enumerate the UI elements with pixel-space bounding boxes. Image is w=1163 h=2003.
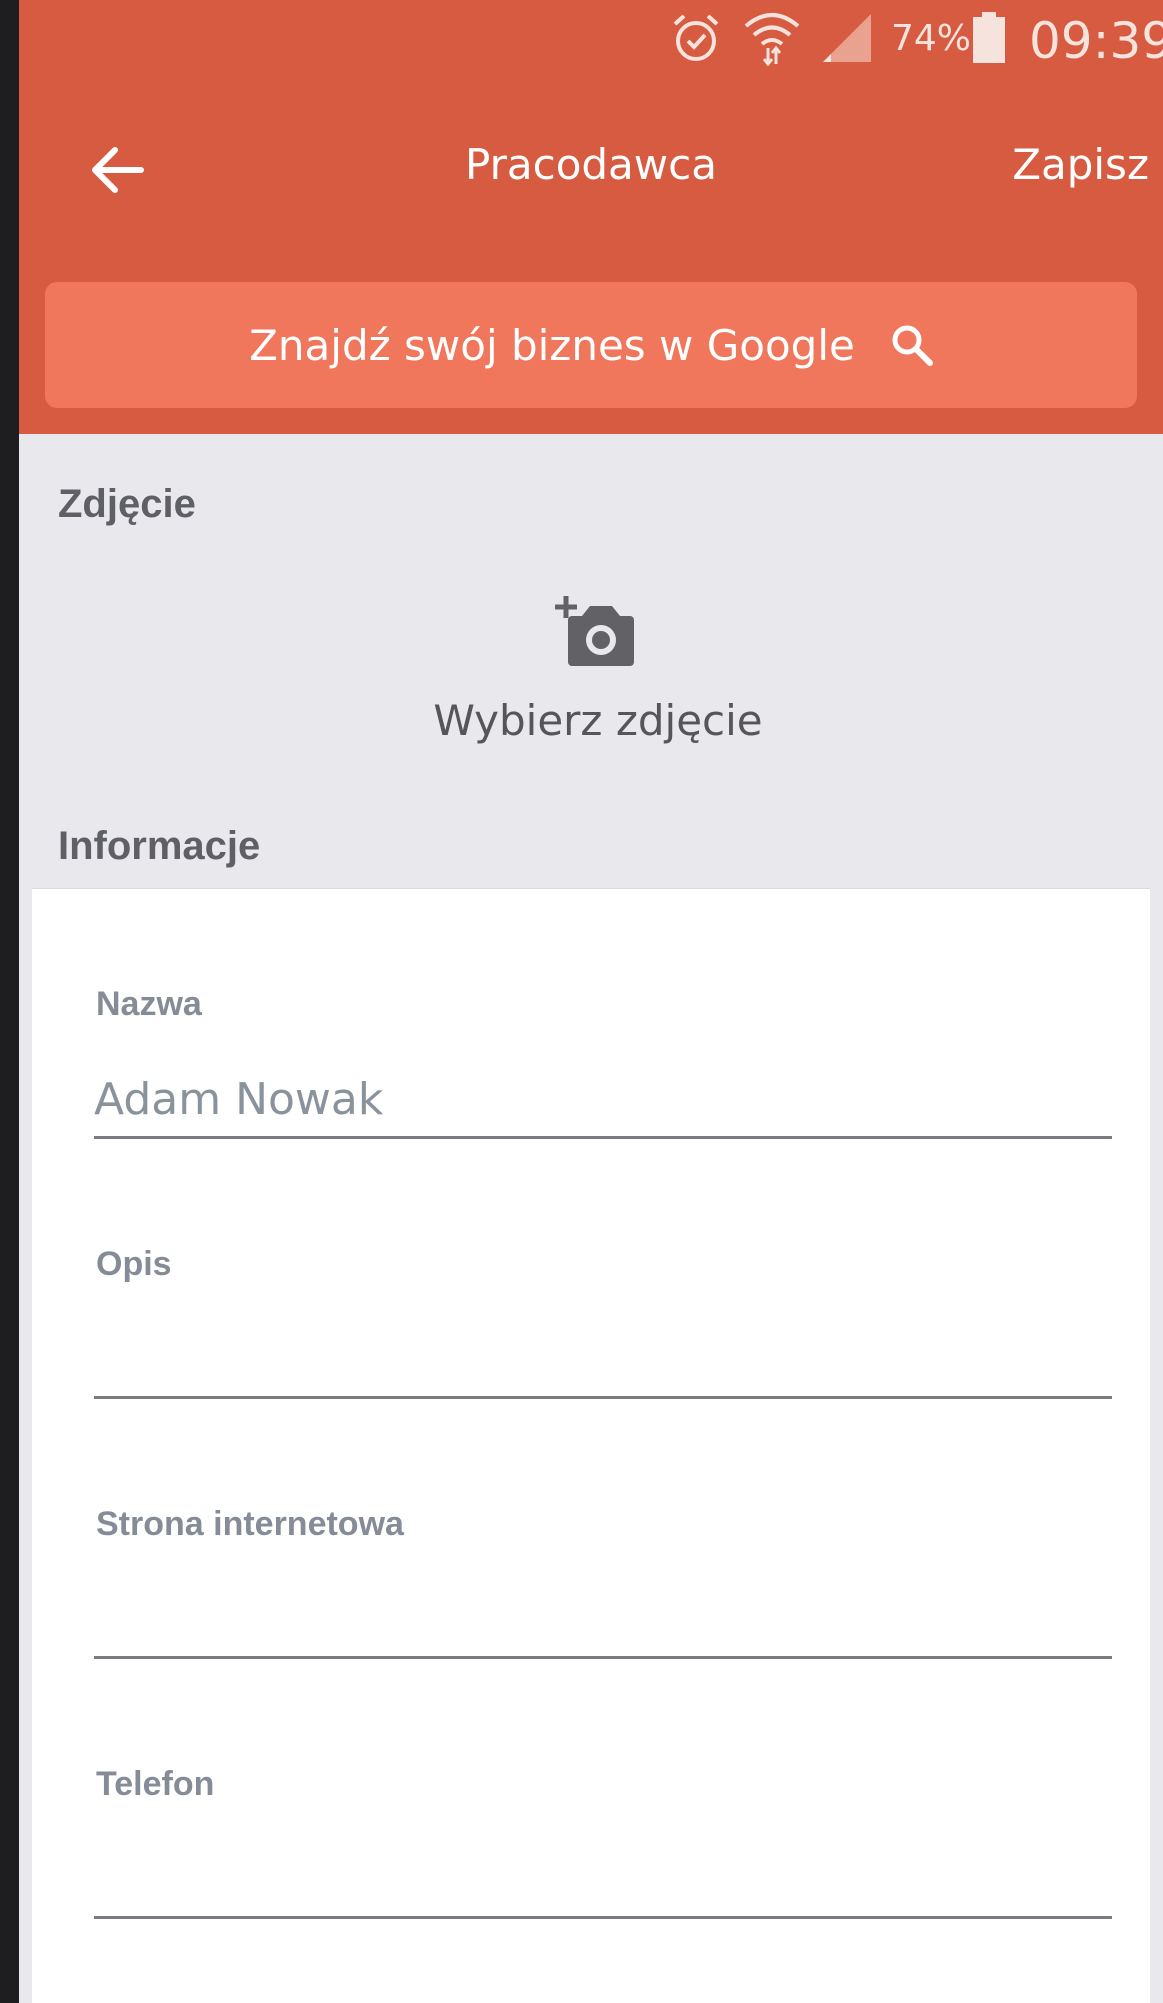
battery-percent: 74%	[891, 18, 972, 59]
alarm-icon	[671, 12, 721, 69]
name-label: Nazwa	[96, 985, 202, 1023]
battery-icon	[972, 12, 1006, 69]
description-label: Opis	[96, 1245, 172, 1283]
status-bar: 74% 09:39	[19, 0, 1163, 80]
google-search-button[interactable]: Znajdź swój biznes w Google	[45, 282, 1137, 408]
wifi-icon	[743, 10, 801, 71]
phone-input[interactable]	[94, 1815, 1112, 1919]
info-form-card: Nazwa Opis Strona internetowa Telefon	[32, 888, 1150, 2003]
name-input[interactable]	[94, 1035, 1112, 1139]
add-photo-icon	[555, 596, 634, 666]
photo-section-heading: Zdjęcie	[58, 482, 196, 526]
screen: 74% 09:39 Pracodawca Zapisz Znajdź swój …	[19, 0, 1163, 2003]
phone-label: Telefon	[96, 1765, 215, 1803]
info-section-heading: Informacje	[58, 824, 261, 868]
description-input[interactable]	[94, 1295, 1112, 1399]
signal-icon	[817, 12, 873, 69]
save-button[interactable]: Zapisz	[1012, 140, 1149, 189]
website-input[interactable]	[94, 1555, 1112, 1659]
clock: 09:39	[1029, 12, 1163, 70]
search-icon	[892, 325, 933, 366]
app-bar: 74% 09:39 Pracodawca Zapisz Znajdź swój …	[19, 0, 1163, 434]
choose-photo-button[interactable]: Wybierz zdjęcie	[19, 590, 1163, 760]
google-search-label: Znajdź swój biznes w Google	[249, 320, 855, 370]
choose-photo-label: Wybierz zdjęcie	[433, 696, 763, 745]
page-title: Pracodawca	[465, 140, 717, 189]
website-label: Strona internetowa	[96, 1505, 404, 1543]
